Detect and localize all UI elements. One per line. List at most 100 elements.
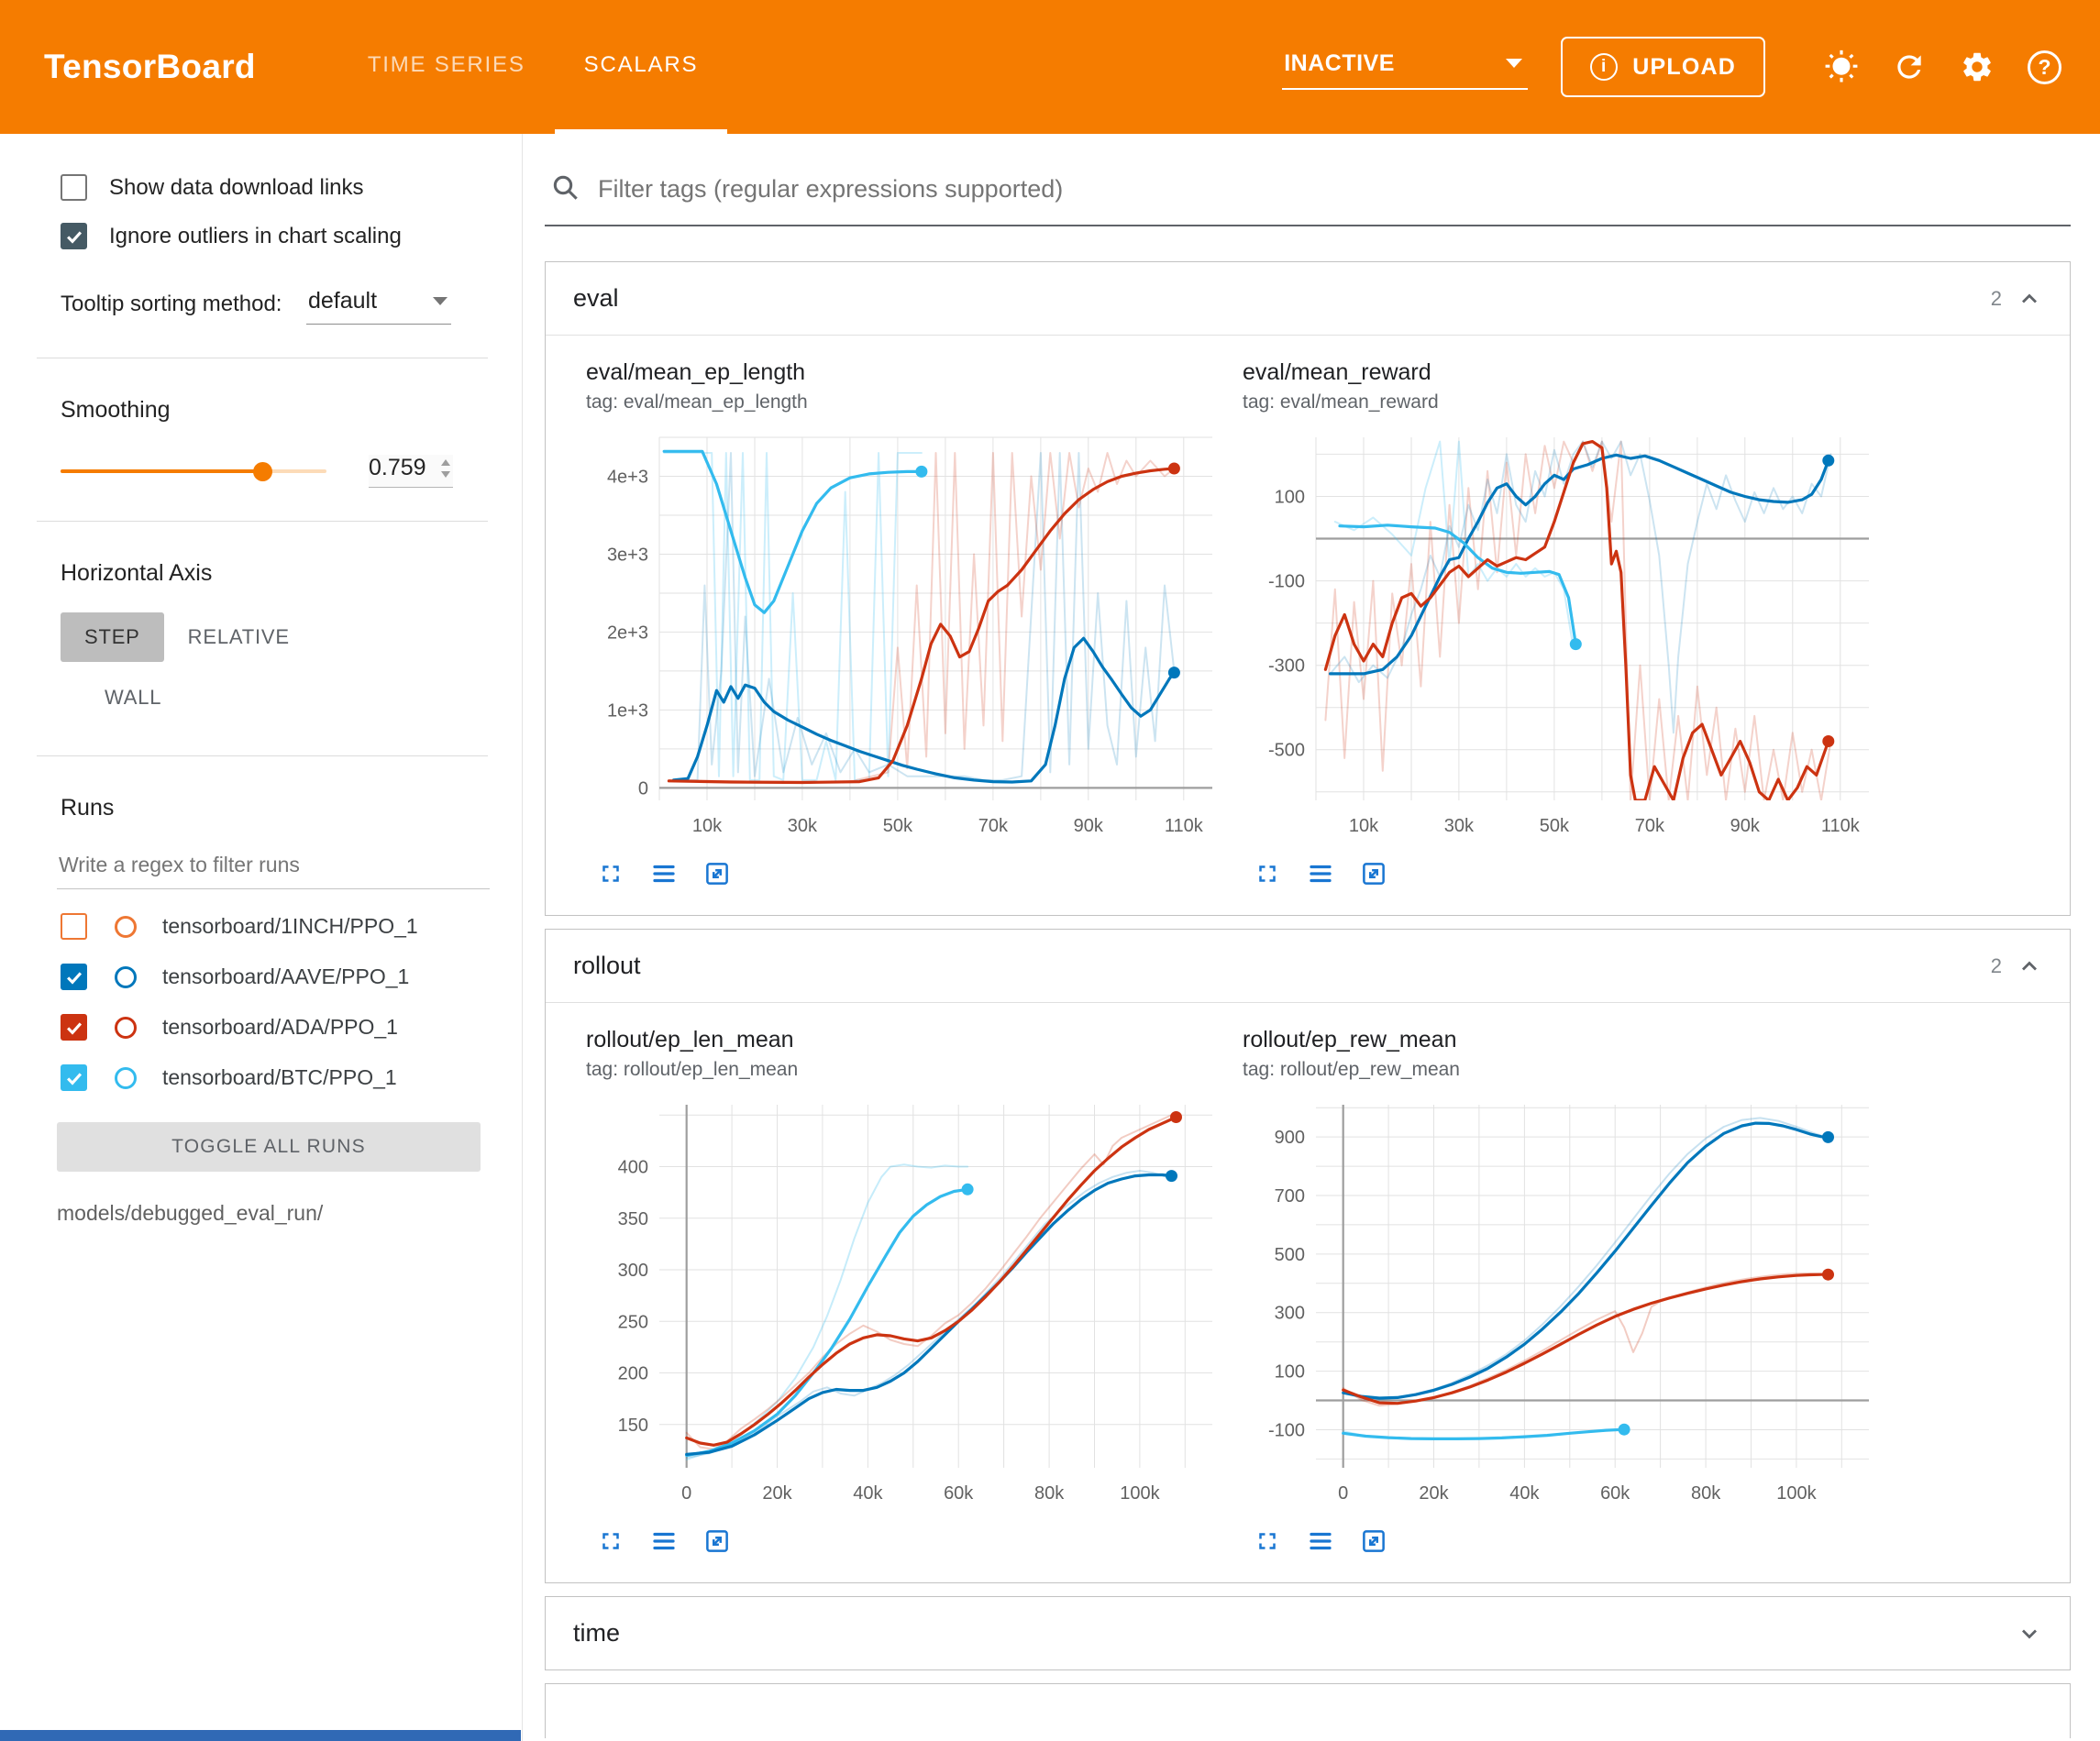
view-data-icon[interactable] <box>1307 860 1334 887</box>
svg-text:40k: 40k <box>1509 1483 1540 1504</box>
chart-title: rollout/ep_len_mean <box>586 1027 1228 1053</box>
stepper-arrows-icon[interactable] <box>438 457 453 480</box>
expand-chart-icon[interactable] <box>1254 1527 1281 1555</box>
tooltip-sorting-select[interactable]: default <box>306 284 451 325</box>
section-title: time <box>573 1619 620 1647</box>
show-download-links-checkbox[interactable] <box>61 174 87 201</box>
chevron-up-icon[interactable] <box>2017 286 2042 312</box>
run-row-aave: tensorboard/AAVE/PPO_1 <box>0 964 522 990</box>
run-label: tensorboard/AAVE/PPO_1 <box>162 964 409 989</box>
tab-scalars[interactable]: SCALARS <box>555 0 728 134</box>
ignore-outliers-checkbox[interactable] <box>61 223 87 249</box>
ignore-outliers-row: Ignore outliers in chart scaling <box>0 223 522 249</box>
sidebar-divider <box>37 521 488 522</box>
section-rollout-header[interactable]: rollout 2 <box>546 930 2070 1003</box>
smoothing-value-input[interactable] <box>369 455 438 481</box>
app-title: TensorBoard <box>44 48 256 86</box>
axis-step-button[interactable]: STEP <box>61 612 164 662</box>
svg-text:20k: 20k <box>1419 1483 1449 1504</box>
help-icon[interactable]: ? <box>2028 50 2061 84</box>
brightness-icon[interactable] <box>1824 50 1859 84</box>
svg-text:60k: 60k <box>944 1483 974 1504</box>
ignore-outliers-label: Ignore outliers in chart scaling <box>109 224 402 249</box>
line-chart[interactable]: 020k40k60k80k100k150200250300350400 <box>586 1092 1223 1514</box>
tooltip-sorting-row: Tooltip sorting method: default <box>0 284 522 325</box>
upload-button[interactable]: i UPLOAD <box>1561 37 1765 97</box>
svg-text:2e+3: 2e+3 <box>607 623 648 643</box>
chart-title: eval/mean_ep_length <box>586 359 1228 386</box>
smoothing-slider[interactable] <box>61 469 326 473</box>
horizontal-scrollbar[interactable] <box>0 1730 521 1741</box>
section-title: eval <box>573 284 619 313</box>
fit-domain-icon[interactable] <box>703 1527 731 1555</box>
expand-chart-icon[interactable] <box>597 1527 624 1555</box>
svg-text:0: 0 <box>1338 1483 1348 1504</box>
svg-text:70k: 70k <box>1635 816 1665 836</box>
chevron-down-icon <box>1506 59 1522 68</box>
fit-domain-icon[interactable] <box>1360 860 1387 887</box>
view-data-icon[interactable] <box>650 860 678 887</box>
chevron-down-icon[interactable] <box>2017 1621 2042 1647</box>
svg-text:0: 0 <box>681 1483 691 1504</box>
fit-domain-icon[interactable] <box>703 860 731 887</box>
svg-text:-100: -100 <box>1268 1421 1305 1441</box>
svg-text:500: 500 <box>1275 1245 1305 1265</box>
run-checkbox[interactable] <box>61 1064 87 1091</box>
section-time-header[interactable]: time <box>546 1597 2070 1669</box>
svg-text:60k: 60k <box>1600 1483 1630 1504</box>
svg-text:110k: 110k <box>1165 816 1204 836</box>
view-data-icon[interactable] <box>650 1527 678 1555</box>
smoothing-control <box>0 455 522 488</box>
chevron-up-icon[interactable] <box>2017 953 2042 979</box>
nav-tabs: TIME SERIES SCALARS <box>338 0 727 134</box>
run-checkbox[interactable] <box>61 964 87 990</box>
toggle-all-runs-button[interactable]: TOGGLE ALL RUNS <box>57 1122 481 1172</box>
tab-time-series[interactable]: TIME SERIES <box>338 0 555 134</box>
runs-filter-input[interactable] <box>57 847 490 889</box>
chart-toolbar <box>586 1527 1228 1555</box>
expand-chart-icon[interactable] <box>597 860 624 887</box>
scalars-main: eval 2 eval/mean_ep_length tag: eval/mea… <box>523 134 2100 1741</box>
axis-relative-button[interactable]: RELATIVE <box>164 612 314 662</box>
svg-text:350: 350 <box>618 1209 648 1229</box>
expand-chart-icon[interactable] <box>1254 860 1281 887</box>
smoothing-slider-thumb[interactable] <box>253 462 272 481</box>
section-eval: eval 2 eval/mean_ep_length tag: eval/mea… <box>545 261 2071 916</box>
svg-text:250: 250 <box>618 1312 648 1332</box>
line-chart[interactable]: 020k40k60k80k100k-100100300500700900 <box>1243 1092 1880 1514</box>
svg-text:700: 700 <box>1275 1186 1305 1207</box>
fit-domain-icon[interactable] <box>1360 1527 1387 1555</box>
section-eval-header[interactable]: eval 2 <box>546 262 2070 336</box>
status-dropdown[interactable]: INACTIVE <box>1282 45 1528 90</box>
filter-tags-input[interactable] <box>598 175 2063 204</box>
smoothing-slider-fill <box>61 469 262 473</box>
tensorboard-app: TensorBoard TIME SERIES SCALARS INACTIVE… <box>0 0 2100 1741</box>
line-chart[interactable]: 10k30k50k70k90k110k01e+32e+33e+34e+3 <box>586 424 1223 846</box>
run-checkbox[interactable] <box>61 1014 87 1041</box>
smoothing-value-box <box>369 455 453 488</box>
svg-text:10k: 10k <box>692 816 723 836</box>
tooltip-sorting-label: Tooltip sorting method: <box>61 290 306 319</box>
filter-tags-bar <box>545 161 2071 226</box>
axis-mode-row-2: WALL <box>0 673 522 722</box>
svg-text:90k: 90k <box>1730 816 1761 836</box>
view-data-icon[interactable] <box>1307 1527 1334 1555</box>
svg-text:400: 400 <box>618 1158 648 1178</box>
svg-text:150: 150 <box>618 1416 648 1436</box>
line-chart[interactable]: 10k30k50k70k90k110k100-100-300-500 <box>1243 424 1880 846</box>
search-icon <box>550 172 580 206</box>
run-checkbox[interactable] <box>61 913 87 940</box>
status-label: INACTIVE <box>1284 50 1395 77</box>
chart-tag: tag: eval/mean_ep_length <box>586 391 1228 413</box>
chart-title: eval/mean_reward <box>1243 359 1884 386</box>
svg-text:-100: -100 <box>1268 572 1305 592</box>
section-rollout-body: rollout/ep_len_mean tag: rollout/ep_len_… <box>546 1003 2070 1582</box>
axis-wall-button[interactable]: WALL <box>81 673 185 722</box>
refresh-icon[interactable] <box>1892 50 1927 84</box>
runs-heading: Runs <box>0 795 522 821</box>
upload-label: UPLOAD <box>1632 54 1736 81</box>
svg-text:50k: 50k <box>1540 816 1570 836</box>
chart-tag: tag: rollout/ep_len_mean <box>586 1059 1228 1081</box>
settings-gear-icon[interactable] <box>1960 50 1995 84</box>
svg-text:90k: 90k <box>1074 816 1104 836</box>
